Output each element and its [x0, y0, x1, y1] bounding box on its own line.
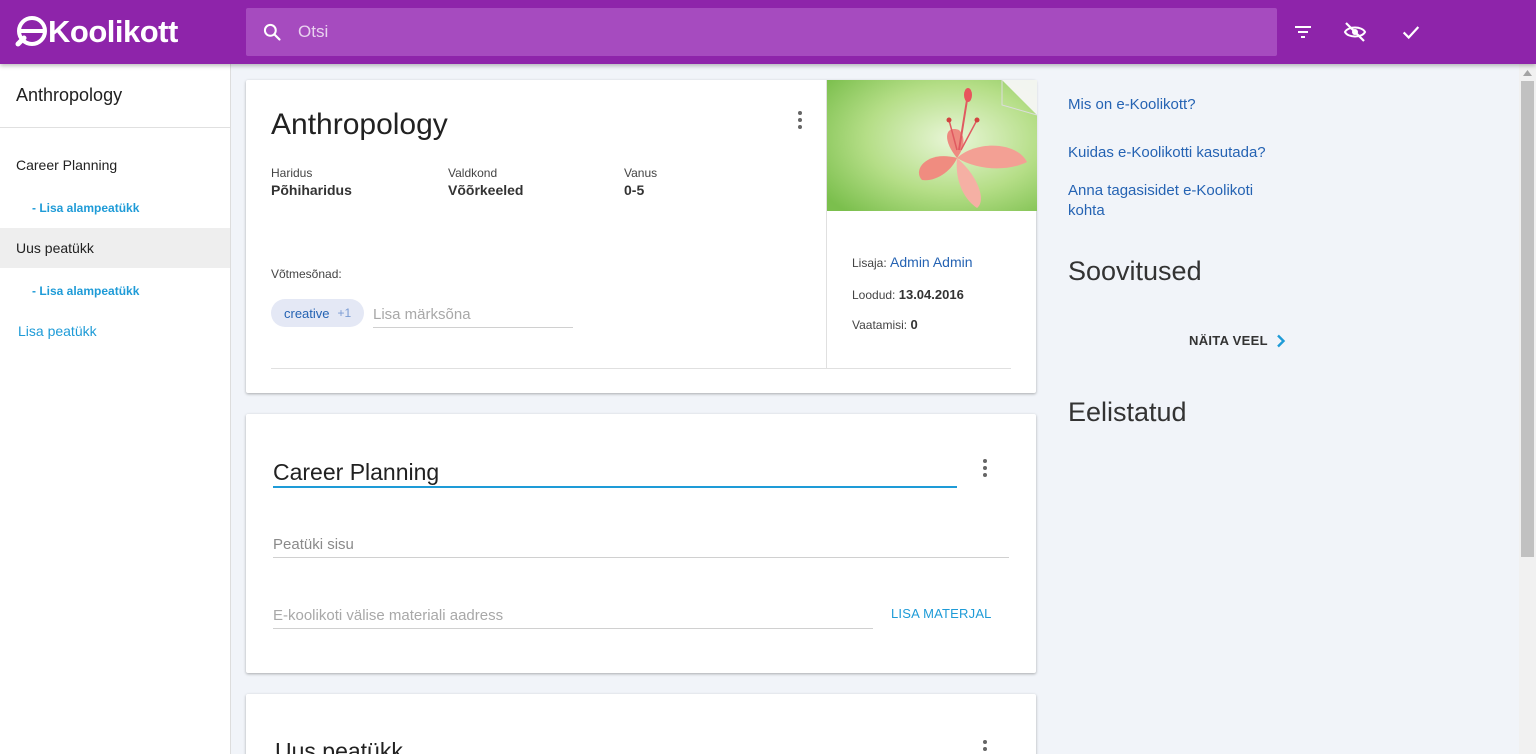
meta-label: Valdkond — [448, 166, 498, 180]
sidebar-title[interactable]: Anthropology — [0, 64, 230, 128]
meta-domain: Valdkond Võõrkeeled — [448, 166, 523, 198]
sidebar-add-subchapter-2[interactable]: - Lisa alampeatükk — [32, 284, 139, 298]
keyword-input[interactable] — [373, 302, 573, 328]
meta-education: Haridus Põhiharidus — [271, 166, 352, 198]
scroll-up-icon[interactable] — [1519, 64, 1536, 81]
material-thumbnail[interactable] — [827, 80, 1037, 211]
created-label: Loodud: — [852, 288, 896, 302]
added-by-link[interactable]: Admin Admin — [890, 254, 972, 270]
chapter-card-2: Uus peatükk — [246, 694, 1036, 754]
views-row: Vaatamisi: 0 — [852, 317, 918, 332]
meta-label: Vanus — [624, 166, 658, 180]
sidebar-item-career-planning[interactable]: Career Planning — [0, 145, 230, 185]
filter-button[interactable] — [1291, 20, 1315, 44]
hide-button[interactable] — [1343, 20, 1367, 44]
chapter-title-input[interactable] — [273, 458, 957, 488]
logo-text: Koolikott — [48, 14, 178, 49]
visibility-off-icon — [1343, 22, 1367, 42]
logo-e-icon — [15, 16, 47, 47]
meta-label: Haridus — [271, 166, 313, 180]
recommendations-heading: Soovitused — [1068, 256, 1202, 286]
chapter-card: LISA MATERJAL — [246, 414, 1036, 673]
keyword-chip-label: creative — [284, 305, 330, 321]
sidebar-add-subchapter-1[interactable]: - Lisa alampeatükk — [32, 201, 139, 215]
link-feedback[interactable]: Anna tagasisidet e-Koolikoti kohta — [1068, 181, 1288, 221]
created-row: Loodud: 13.04.2016 — [852, 287, 964, 302]
meta-value: 0-5 — [624, 182, 645, 198]
material-url-input[interactable] — [273, 603, 873, 629]
top-bar: Koolikott — [0, 0, 1536, 64]
keyword-more-count[interactable]: +1 — [338, 306, 352, 320]
search-bar[interactable] — [246, 8, 1277, 56]
chapter-menu-icon[interactable] — [981, 740, 989, 754]
material-side-panel: Lisaja: Admin Admin Loodud: 13.04.2016 V… — [826, 80, 1037, 368]
scrollbar[interactable] — [1519, 64, 1536, 754]
logo[interactable]: Koolikott — [14, 12, 178, 52]
sidebar-add-chapter[interactable]: Lisa peatükk — [18, 323, 97, 339]
material-title: Anthropology — [271, 108, 448, 141]
sidebar-item-uus-peatukk[interactable]: Uus peatükk — [0, 228, 230, 268]
meta-age: Vanus 0-5 — [624, 166, 657, 198]
chevron-right-icon — [1276, 334, 1286, 347]
check-icon — [1402, 26, 1420, 40]
views-label: Vaatamisi: — [852, 318, 908, 332]
keyword-chip[interactable]: creative +1 — [271, 299, 365, 327]
search-icon — [263, 23, 281, 41]
keywords-label: Võtmesõnad: — [271, 267, 342, 281]
material-menu-icon[interactable] — [796, 111, 804, 131]
added-by-row: Lisaja: Admin Admin — [852, 254, 973, 270]
add-material-button[interactable]: LISA MATERJAL — [891, 606, 992, 621]
meta-value: Põhiharidus — [271, 182, 352, 198]
chapter-content-input[interactable] — [273, 532, 1009, 558]
link-how-to-use[interactable]: Kuidas e-Koolikotti kasutada? — [1068, 143, 1288, 163]
flower-image-icon — [827, 80, 1037, 211]
sidebar: Anthropology Career Planning - Lisa alam… — [0, 64, 231, 754]
favorites-heading: Eelistatud — [1068, 397, 1187, 427]
divider — [271, 368, 1011, 369]
material-card: Anthropology Haridus Põhiharidus Valdkon… — [246, 80, 1037, 393]
created-value: 13.04.2016 — [898, 287, 964, 302]
show-more-button[interactable]: NÄITA VEEL — [1189, 333, 1286, 348]
filter-icon — [1295, 26, 1311, 38]
confirm-button[interactable] — [1399, 20, 1423, 44]
scroll-thumb[interactable] — [1521, 81, 1534, 557]
meta-value: Võõrkeeled — [448, 182, 524, 198]
show-more-label: NÄITA VEEL — [1189, 333, 1268, 348]
chapter-menu-icon[interactable] — [981, 459, 989, 479]
added-by-label: Lisaja: — [852, 256, 887, 270]
chapter-title[interactable]: Uus peatükk — [275, 738, 403, 754]
link-what-is[interactable]: Mis on e-Koolikott? — [1068, 95, 1288, 115]
search-input[interactable] — [298, 22, 1198, 42]
views-value: 0 — [910, 317, 918, 332]
